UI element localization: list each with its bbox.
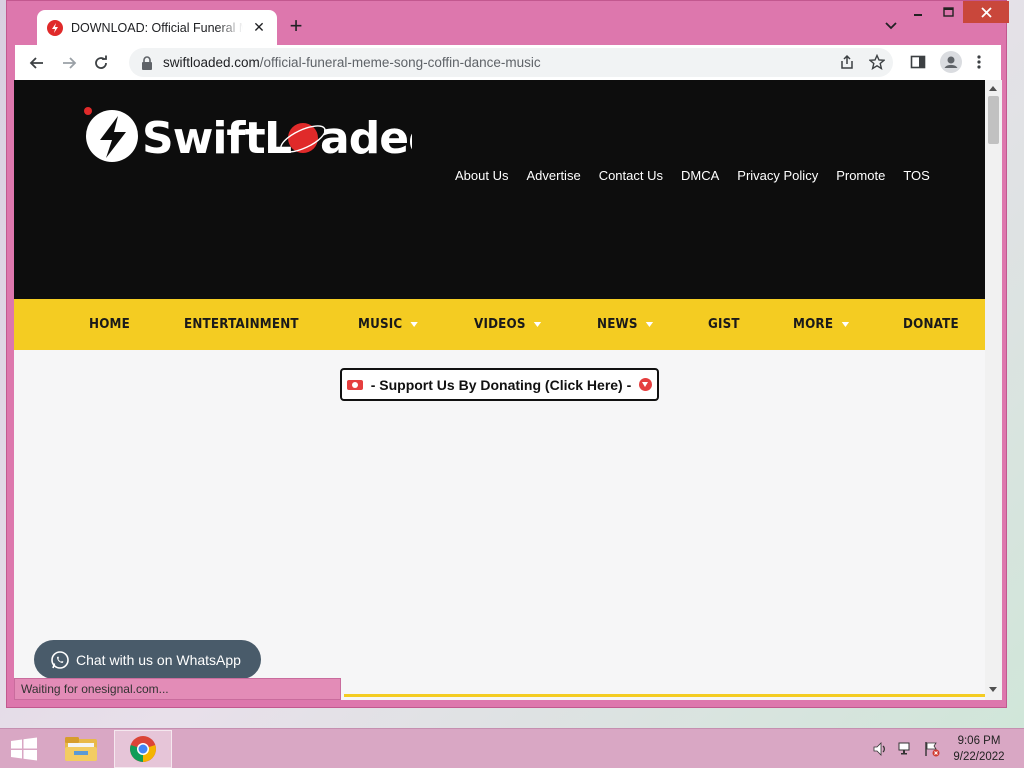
- main-nav-label: MORE: [792, 317, 833, 332]
- main-nav-videos[interactable]: VIDEOS: [474, 317, 541, 332]
- lock-icon: [142, 55, 152, 70]
- minimize-icon[interactable]: [903, 1, 933, 23]
- donate-label: - Support Us By Donating (Click Here) -: [370, 376, 632, 393]
- page-scrollbar[interactable]: [985, 80, 1002, 700]
- nav-about-us[interactable]: About Us: [455, 168, 508, 183]
- main-nav-more[interactable]: MORE: [793, 317, 849, 332]
- chevron-down-icon: [645, 322, 654, 327]
- clock-time: 9:06 PM: [957, 735, 1001, 747]
- main-nav-label: ENTERTAINMENT: [183, 317, 299, 332]
- svg-text:aded: aded: [320, 113, 412, 164]
- scroll-down-icon[interactable]: [989, 687, 997, 692]
- back-icon[interactable]: [21, 47, 53, 79]
- bookmark-star-icon[interactable]: [869, 54, 885, 70]
- nav-tos[interactable]: TOS: [903, 168, 930, 183]
- browser-toolbar: swiftloaded.com/official-funeral-meme-so…: [15, 45, 1001, 80]
- chevron-down-icon: [533, 322, 541, 327]
- top-nav: About Us Advertise Contact Us DMCA Priva…: [455, 168, 930, 183]
- main-nav-gist[interactable]: GIST: [708, 317, 740, 332]
- page-viewport: Swift L aded About Us Advertise Contact …: [14, 80, 985, 700]
- nav-contact-us[interactable]: Contact Us: [599, 168, 663, 183]
- money-icon: [346, 379, 363, 390]
- url-path: /official-funeral-meme-song-coffin-dance…: [259, 55, 541, 70]
- main-nav-news[interactable]: NEWS: [596, 317, 654, 332]
- share-icon[interactable]: [839, 54, 855, 70]
- tab-close-icon[interactable]: ✕: [251, 19, 267, 36]
- file-explorer-icon[interactable]: [62, 733, 100, 765]
- url-text: swiftloaded.com/official-funeral-meme-so…: [163, 55, 541, 70]
- main-nav-home[interactable]: HOME: [89, 317, 130, 332]
- main-nav-label: GIST: [708, 317, 740, 332]
- address-bar[interactable]: swiftloaded.com/official-funeral-meme-so…: [129, 48, 893, 77]
- chevron-down-circle-icon: [639, 378, 653, 391]
- main-nav-music[interactable]: MUSIC: [358, 317, 419, 332]
- speaker-icon[interactable]: [872, 741, 888, 757]
- whatsapp-label: Chat with us on WhatsApp: [76, 651, 241, 668]
- tab-strip: DOWNLOAD: Official Funeral Meme Song ✕ +: [15, 1, 1005, 45]
- main-nav-entertainment[interactable]: ENTERTAINMENT: [184, 317, 299, 332]
- main-nav-donate[interactable]: DONATE: [903, 317, 959, 332]
- swiftloaded-logo[interactable]: Swift L aded: [82, 104, 412, 174]
- clock-date: 9/22/2022: [953, 751, 1005, 763]
- close-window-icon[interactable]: [963, 1, 1009, 23]
- chrome-icon: [130, 736, 156, 762]
- taskbar-chrome-button[interactable]: [114, 730, 172, 768]
- system-clock[interactable]: 9:06 PM 9/22/2022: [948, 733, 1010, 765]
- nav-advertise[interactable]: Advertise: [526, 168, 580, 183]
- main-nav-label: HOME: [89, 317, 130, 332]
- tab-title: DOWNLOAD: Official Funeral Meme Song: [71, 20, 243, 35]
- nav-dmca[interactable]: DMCA: [681, 168, 719, 183]
- window-controls: [903, 1, 1009, 23]
- network-icon[interactable]: [898, 741, 914, 757]
- maximize-icon[interactable]: [933, 1, 963, 23]
- nav-promote[interactable]: Promote: [836, 168, 885, 183]
- nav-privacy-policy[interactable]: Privacy Policy: [737, 168, 818, 183]
- main-nav-label: NEWS: [596, 317, 638, 332]
- menu-kebab-icon[interactable]: [976, 54, 982, 70]
- favicon-icon: [47, 19, 63, 36]
- url-host: swiftloaded.com: [163, 55, 260, 70]
- new-tab-button[interactable]: +: [285, 15, 307, 37]
- whatsapp-icon: [51, 650, 69, 669]
- main-nav-label: MUSIC: [358, 317, 403, 332]
- taskbar: 9:06 PM 9/22/2022: [0, 728, 1024, 768]
- main-nav-label: VIDEOS: [473, 317, 526, 332]
- scroll-up-icon[interactable]: [989, 86, 997, 91]
- profile-avatar-icon[interactable]: [940, 51, 962, 73]
- chevron-down-icon: [841, 322, 849, 327]
- action-center-flag-icon[interactable]: [924, 741, 940, 757]
- svg-text:Swift: Swift: [142, 113, 266, 164]
- status-bar: Waiting for onesignal.com...: [14, 678, 341, 700]
- windows-start-icon[interactable]: [10, 737, 38, 761]
- browser-tab[interactable]: DOWNLOAD: Official Funeral Meme Song ✕: [37, 10, 277, 45]
- divider: [344, 694, 985, 697]
- tab-search-icon[interactable]: [883, 17, 899, 33]
- system-tray: [872, 741, 940, 757]
- main-nav-label: DONATE: [903, 317, 960, 332]
- side-panel-icon[interactable]: [910, 54, 926, 70]
- chevron-down-icon: [410, 322, 419, 327]
- site-header: Swift L aded About Us Advertise Contact …: [14, 80, 985, 299]
- whatsapp-chat-button[interactable]: Chat with us on WhatsApp: [34, 640, 261, 679]
- donate-button[interactable]: - Support Us By Donating (Click Here) -: [340, 368, 659, 401]
- main-nav: HOME ENTERTAINMENT MUSIC VIDEOS NEWS GIS…: [14, 299, 985, 350]
- scrollbar-thumb[interactable]: [988, 96, 999, 144]
- reload-icon[interactable]: [85, 47, 117, 79]
- forward-icon[interactable]: [53, 47, 85, 79]
